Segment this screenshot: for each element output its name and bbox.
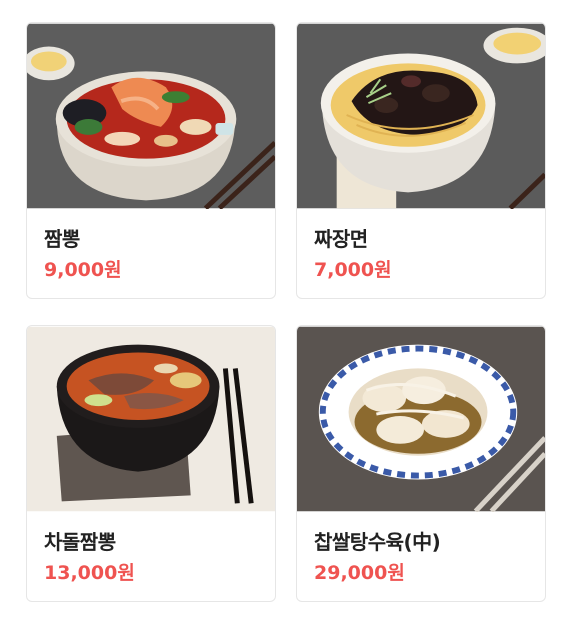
- menu-card-chadol-jjamppong[interactable]: 차돌짬뽕 13,000원: [26, 325, 276, 602]
- menu-card-jjamppong[interactable]: 짬뽕 9,000원: [26, 22, 276, 299]
- menu-item-name: 찹쌀탕수육(中): [314, 530, 441, 554]
- menu-item-name: 짬뽕: [44, 227, 80, 251]
- jajangmyeon-photo: [297, 23, 545, 209]
- menu-item-price: 13,000원: [44, 562, 135, 584]
- jjamppong-photo: [27, 23, 275, 209]
- menu-item-price: 29,000원: [314, 562, 405, 584]
- menu-item-name: 차돌짬뽕: [44, 530, 116, 554]
- menu-card-jajangmyeon[interactable]: 짜장면 7,000원: [296, 22, 546, 299]
- menu-item-name: 짜장면: [314, 227, 368, 251]
- menu-item-price: 9,000원: [44, 259, 122, 281]
- chadol-jjamppong-photo: [27, 326, 275, 512]
- tangsuyuk-photo: [297, 326, 545, 512]
- menu-grid: 짬뽕 9,000원 짜장면 7,000원 차돌짬뽕 13,000원 찹쌀탕수육(…: [0, 0, 574, 626]
- menu-card-tangsuyuk[interactable]: 찹쌀탕수육(中) 29,000원: [296, 325, 546, 602]
- menu-item-price: 7,000원: [314, 259, 392, 281]
